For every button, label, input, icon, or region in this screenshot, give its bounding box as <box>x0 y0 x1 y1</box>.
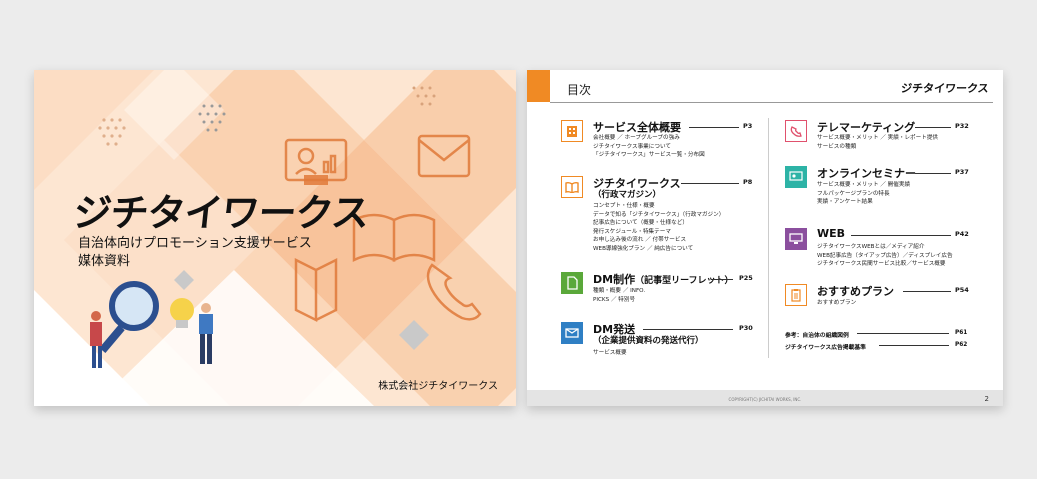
entry-page: P3 <box>743 122 753 130</box>
entry-page: P32 <box>955 122 969 130</box>
entry-lines: ジチタイワークスWEBとは／メディア紹介 WEB記事広告（タイアップ広告）／ディ… <box>817 243 953 269</box>
page-number: 2 <box>984 395 989 403</box>
cover-subtitle-line2: 媒体資料 <box>78 254 131 269</box>
leader-line <box>857 333 949 334</box>
cover-subtitle-line1: 自治体向けプロモーション支援サービス <box>78 236 312 251</box>
building-icon <box>561 120 583 142</box>
entry-page: P42 <box>955 230 969 238</box>
phone-icon <box>785 120 807 142</box>
presenter-icon <box>785 166 807 188</box>
entry-line: WEB記事広告（タイアップ広告）／ディスプレイ広告 <box>817 252 953 259</box>
cover-company: 株式会社ジチタイワークス <box>378 381 498 392</box>
reference-page: P62 <box>955 342 968 348</box>
entry-lines: 種類・概要 ／ INFO. PICKS ／ 特別号 <box>593 287 645 304</box>
toc-title: 目次 <box>567 83 592 97</box>
clipboard-icon <box>785 284 807 306</box>
entry-line: PICKS ／ 特別号 <box>593 296 636 303</box>
book-icon <box>561 176 583 198</box>
entry-line: お申し込み後の流れ ／ 付帯サービス <box>593 237 687 244</box>
entry-title: オンラインセミナー <box>817 167 916 180</box>
leaflet-icon <box>561 272 583 294</box>
entry-line: ジチタイワークス民間サービス比較／サービス概要 <box>817 261 946 268</box>
entry-lines: サービス概要・メリット ／ 実績・レポート提供 サービスの種類 <box>817 134 938 151</box>
leader-line <box>915 127 951 128</box>
entry-page: P25 <box>739 274 753 282</box>
entry-line: おすすめプラン <box>817 300 857 306</box>
entry-line: サービス概要 <box>593 350 627 356</box>
entry-title: WEB <box>817 227 846 240</box>
copyright: COPYRIGHT(C) JICHITAI WORKS, INC. <box>728 397 802 402</box>
entry-page: P30 <box>739 324 753 332</box>
leader-line <box>681 183 739 184</box>
entry-title: サービス全体概要 <box>593 121 681 134</box>
entry-line: 実績・アンケート結果 <box>817 199 873 206</box>
entry-line: 記事広告について（概要・仕様など） <box>593 220 688 227</box>
entry-line: 種類・概要 ／ INFO. <box>593 288 646 294</box>
entry-lines: サービス概要 <box>593 349 627 358</box>
reference-page: P61 <box>955 330 968 336</box>
leader-line <box>851 235 951 236</box>
leader-line <box>879 345 949 346</box>
entry-subtitle: （行政マガジン） <box>593 190 662 200</box>
entry-lines: おすすめプラン <box>817 299 856 308</box>
header-rule <box>550 102 993 103</box>
cover-subtitle: 自治体向けプロモーション支援サービス 媒体資料 <box>78 235 312 271</box>
screenshot-stage: ジチタイワークス 自治体向けプロモーション支援サービス 媒体資料 株式会社ジチタ… <box>0 0 1037 479</box>
entry-subtitle: （企業提供資料の発送代行） <box>593 336 704 346</box>
cover-page: ジチタイワークス 自治体向けプロモーション支援サービス 媒体資料 株式会社ジチタ… <box>34 70 516 406</box>
entry-line: フルパッケージプランの特長 <box>817 190 890 197</box>
leader-line <box>903 291 951 292</box>
entry-lines: 会社概要 ／ ホープグループの強み ジチタイワークス事業について 「ジチタイワー… <box>593 134 705 160</box>
toc-page: 目次 ジチタイワークス サービス全体概要 P3 会社概要 ／ ホープグループの強… <box>527 70 1003 406</box>
entry-line: 発行スケジュール・特集テーマ <box>593 228 671 235</box>
reference-label: ジチタイワークス広告掲載基準 <box>785 345 866 351</box>
entry-line: コンセプト・仕様・概要 <box>593 203 655 209</box>
cover-logo: ジチタイワークス <box>71 191 371 235</box>
mail-icon <box>561 322 583 344</box>
entry-title: テレマーケティング <box>817 121 916 134</box>
entry-page: P8 <box>743 178 753 186</box>
monitor-icon <box>785 228 807 250</box>
entry-line: WEB導線強化プラン ／ 純広告について <box>593 245 694 252</box>
entry-line: 「ジチタイワークス」サービス一覧・分布図 <box>593 152 705 159</box>
entry-page: P54 <box>955 286 969 294</box>
leader-line <box>689 127 739 128</box>
entry-line: 会社概要 ／ ホープグループの強み <box>593 135 680 141</box>
entry-line: サービス概要・メリット ／ 実績・レポート提供 <box>817 135 939 141</box>
entry-title-main: DM制作 <box>593 273 636 286</box>
reference-item: 参考：自治体の組織図例 <box>785 330 849 339</box>
leader-line <box>643 329 733 330</box>
entry-title: おすすめプラン <box>817 285 894 298</box>
entry-lines: コンセプト・仕様・概要 データで知る「ジチタイワークス」（行政マガジン） 記事広… <box>593 202 724 254</box>
entry-line: ジチタイワークスWEBとは／メディア紹介 <box>817 244 925 250</box>
orange-tab <box>527 70 550 102</box>
entry-line: サービスの種類 <box>817 143 857 150</box>
leader-line <box>915 173 951 174</box>
toc-brand-logo: ジチタイワークス <box>900 82 990 95</box>
reference-label: 参考：自治体の組織図例 <box>785 333 849 339</box>
entry-title-small: （記事型リーフレット） <box>635 276 734 286</box>
leader-line <box>711 279 733 280</box>
entry-line: データで知る「ジチタイワークス」（行政マガジン） <box>593 211 725 218</box>
entry-lines: サービス概要・メリット ／ 開催実績 フルパッケージプランの特長 実績・アンケー… <box>817 181 910 207</box>
entry-line: ジチタイワークス事業について <box>593 143 671 150</box>
reference-item: ジチタイワークス広告掲載基準 <box>785 342 866 351</box>
entry-page: P37 <box>955 168 969 176</box>
column-divider <box>768 118 769 358</box>
entry-line: サービス概要・メリット ／ 開催実績 <box>817 182 911 188</box>
